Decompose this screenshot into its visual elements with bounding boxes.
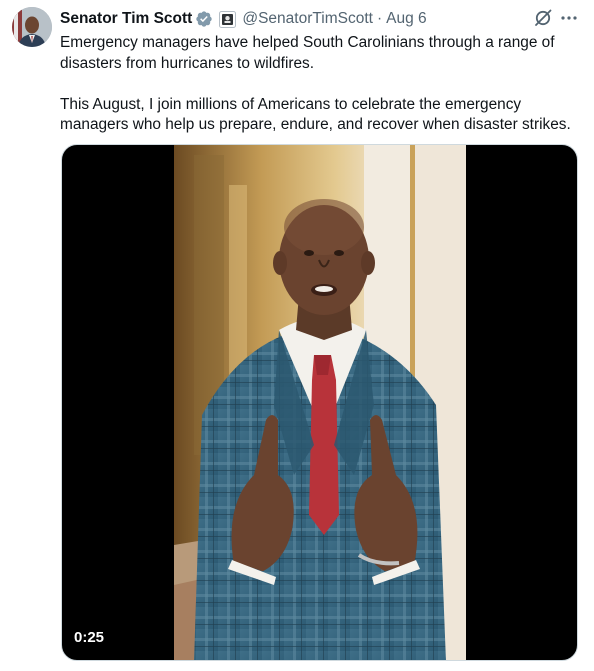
tweet-header: Senator Tim Scott @SenatorTimScott · Aug…	[60, 8, 574, 30]
grok-icon[interactable]	[533, 8, 553, 33]
verified-badge-icon[interactable]	[195, 10, 213, 28]
tweet-time[interactable]: Aug 6	[386, 10, 427, 28]
video-duration: 0:25	[74, 629, 105, 646]
tweet-text: Emergency managers have helped South Car…	[60, 33, 580, 136]
tweet-paragraph: Emergency managers have helped South Car…	[60, 34, 555, 72]
more-icon[interactable]	[559, 8, 579, 33]
video-frame	[174, 145, 466, 660]
video-player[interactable]: 0:25	[61, 144, 578, 661]
government-affiliation-icon[interactable]	[219, 10, 237, 28]
separator: ·	[376, 10, 383, 27]
author-handle[interactable]: @SenatorTimScott	[242, 10, 373, 28]
tweet-paragraph: This August, I join millions of American…	[60, 95, 571, 134]
tweet: Senator Tim Scott @SenatorTimScott · Aug…	[0, 0, 594, 671]
avatar[interactable]	[12, 7, 52, 47]
author-name[interactable]: Senator Tim Scott	[60, 10, 192, 28]
